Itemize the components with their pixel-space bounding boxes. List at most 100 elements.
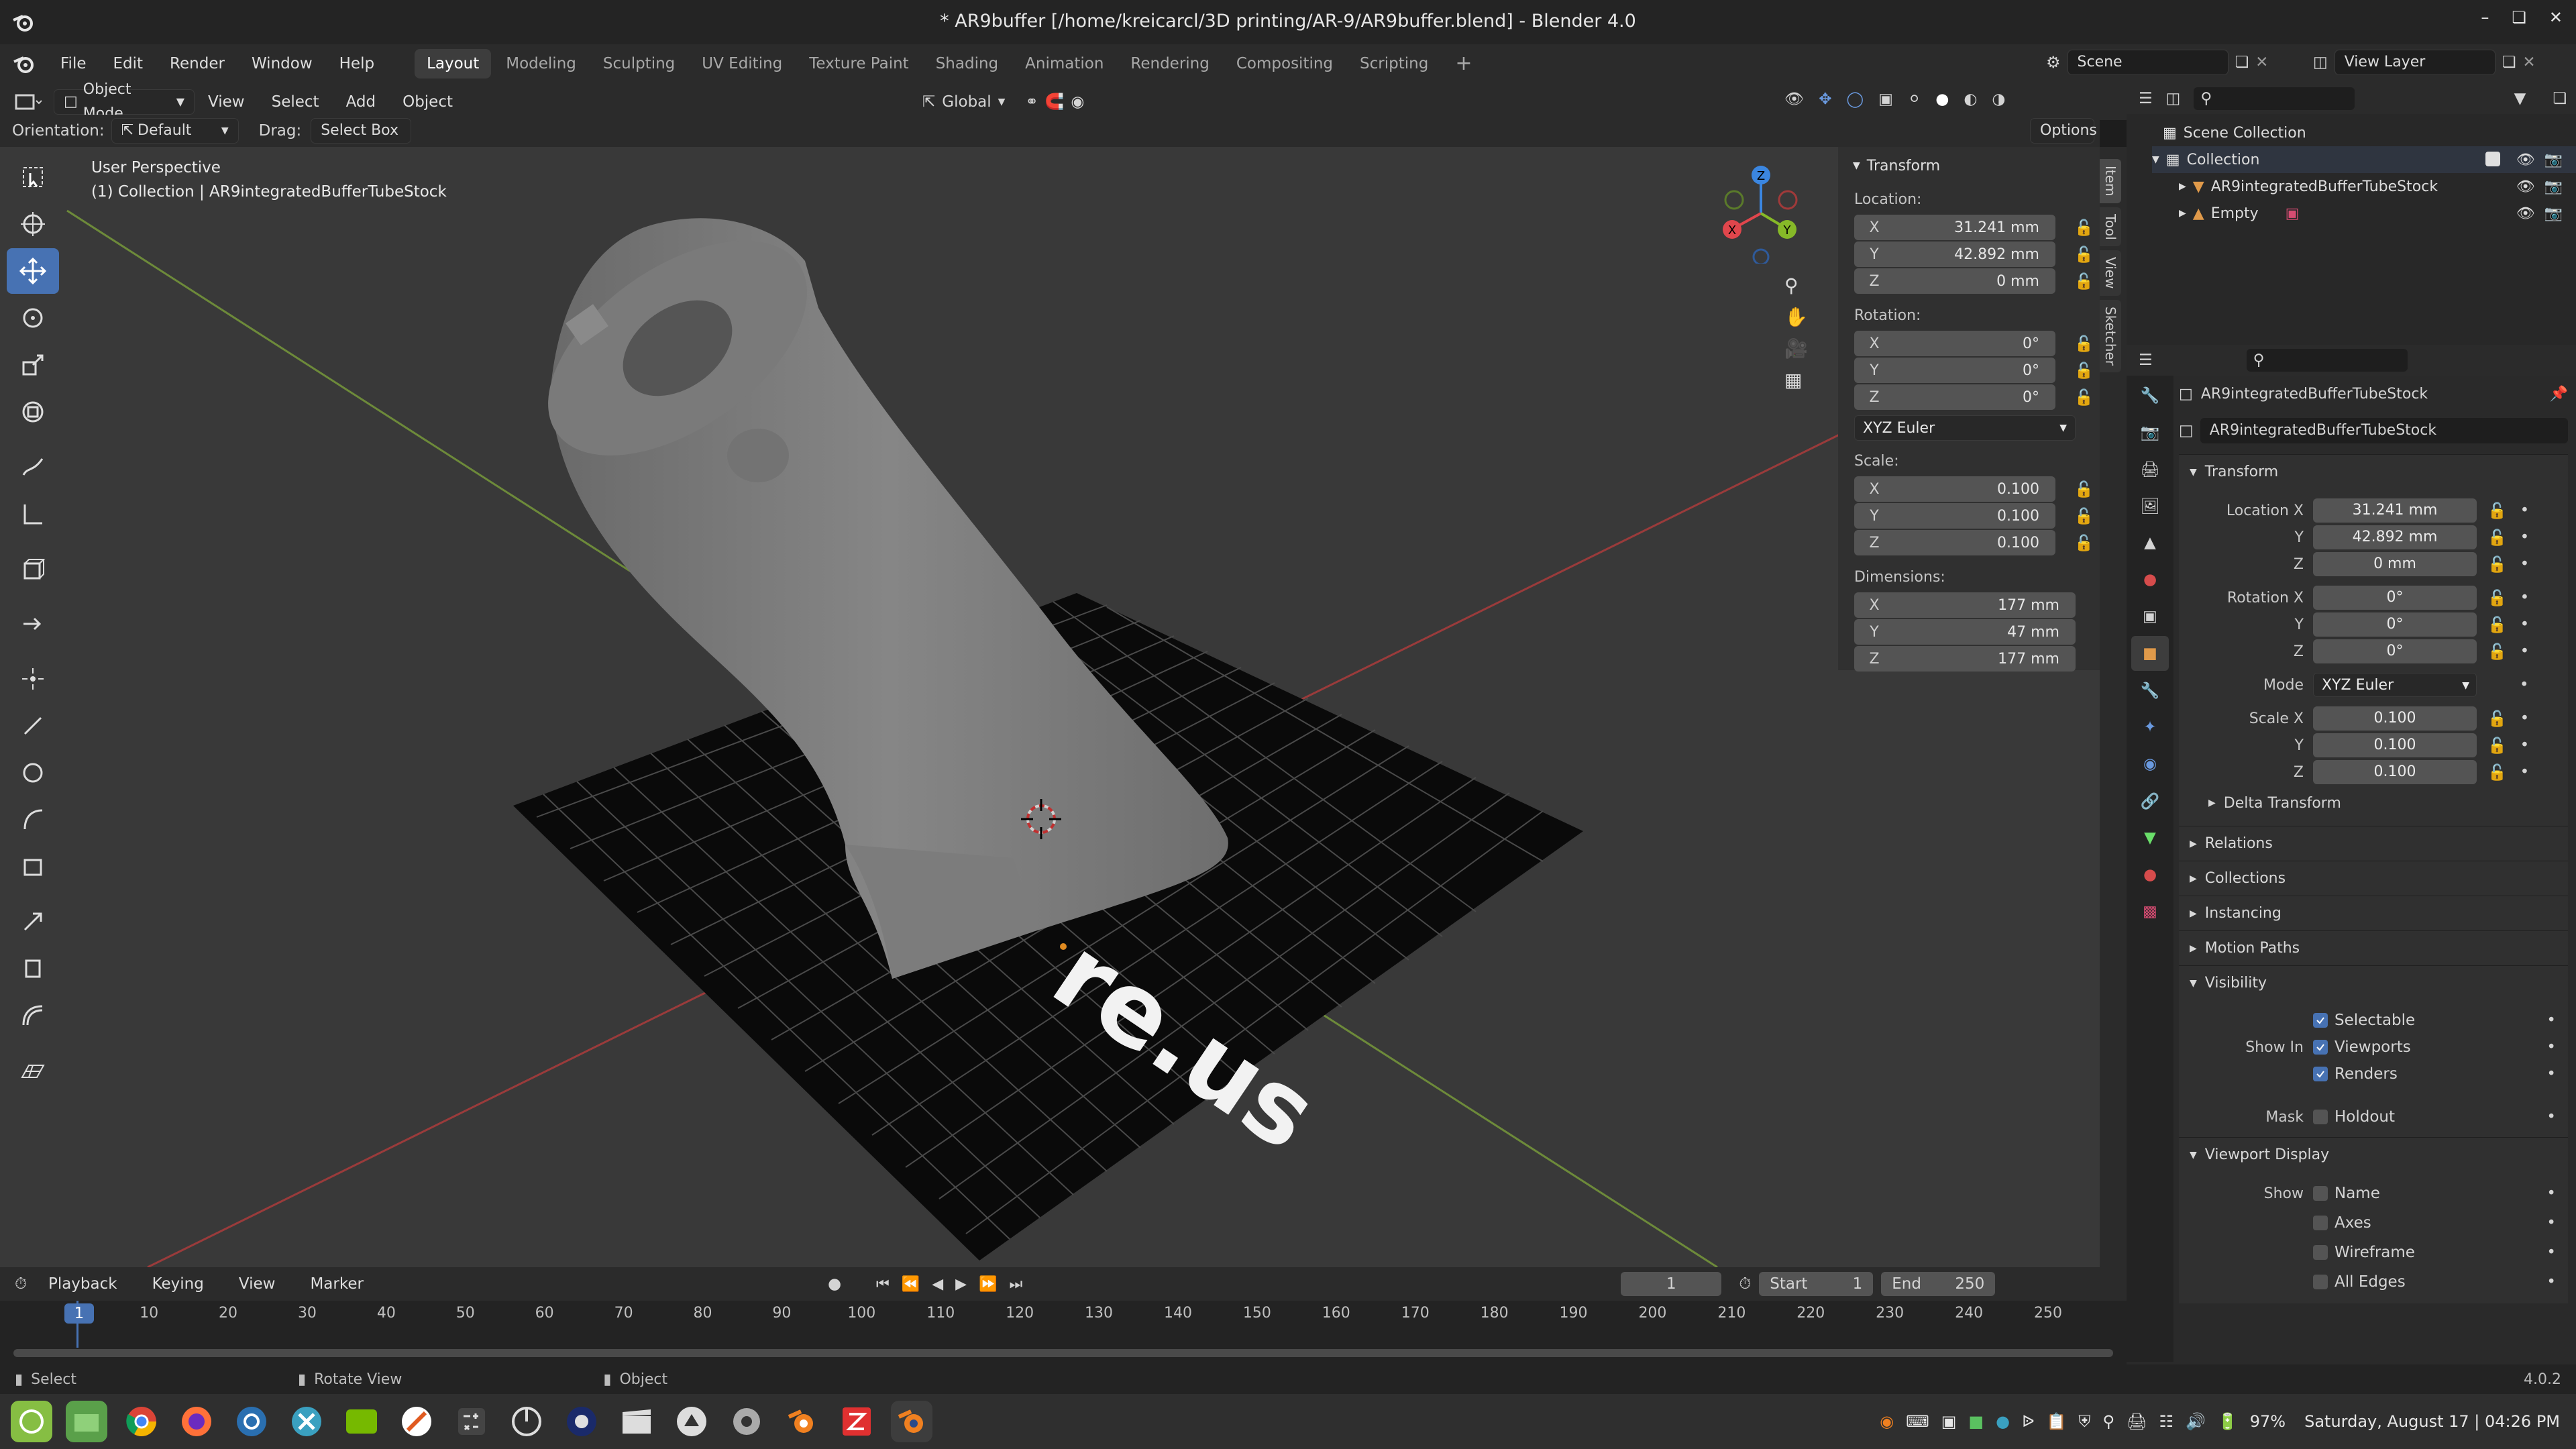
prop-location-x-field[interactable]: 31.241 mm [2313, 498, 2477, 523]
particles-tab-icon[interactable]: ✦ [2131, 710, 2169, 745]
add-line-tool[interactable] [7, 703, 59, 749]
lock-icon[interactable]: 🔓 [2074, 362, 2094, 380]
name-checkbox[interactable] [2313, 1186, 2328, 1201]
gizmo-toggle-icon[interactable]: ✥ [1819, 91, 1831, 108]
keyboard-icon[interactable]: ⌨ [1906, 1412, 1929, 1431]
jump-end-icon[interactable]: ⏭ [1010, 1276, 1023, 1293]
scene-selector[interactable]: Scene [2067, 50, 2229, 75]
material-tab-icon[interactable]: ● [2131, 857, 2169, 892]
camera-icon[interactable]: 🎥 [1784, 337, 1808, 360]
dimension-z-field[interactable]: Z 177 mm [1854, 646, 2076, 672]
mint-menu-icon[interactable] [11, 1401, 52, 1442]
files-icon[interactable] [66, 1401, 107, 1442]
render-camera-icon[interactable]: 📷 [2544, 152, 2563, 168]
editor-type-icon[interactable] [0, 93, 54, 111]
prop-rotation-x-field[interactable]: 0° [2313, 586, 2477, 610]
lock-icon[interactable]: 🔓 [2074, 335, 2094, 354]
object-datablock-icon[interactable]: □ [2179, 422, 2194, 439]
current-frame-field[interactable]: 1 [1621, 1272, 1722, 1296]
prev-keyframe-icon[interactable]: ⏪ [902, 1276, 920, 1293]
render-camera-icon[interactable]: 📷 [2544, 205, 2563, 222]
blender-running-icon[interactable] [891, 1401, 932, 1442]
renders-checkbox[interactable] [2313, 1067, 2328, 1081]
keyframe-dot-icon[interactable]: • [2520, 737, 2530, 754]
tab-item[interactable]: Item [2100, 159, 2121, 203]
keyframe-dot-icon[interactable]: • [2520, 502, 2530, 519]
proportional-edit-icon[interactable]: ◉ [1071, 93, 1084, 111]
record-icon[interactable]: ● [828, 1275, 841, 1293]
firefox-icon[interactable] [176, 1401, 217, 1442]
keyframe-dot-icon[interactable]: • [2520, 589, 2530, 606]
outliner-item-stock[interactable]: ▶ ▼ AR9integratedBufferTubeStock 👁 📷 [2179, 173, 2576, 200]
collection-tab-icon[interactable]: ▣ [2131, 599, 2169, 634]
ortho-grid-icon[interactable]: ▦ [1784, 369, 1808, 391]
outliner-collection[interactable]: ▼ ▦ Collection 👁 📷 [2152, 146, 2576, 173]
tab-scripting[interactable]: Scripting [1348, 49, 1440, 78]
tray-xapp-icon[interactable]: ● [1996, 1412, 2010, 1431]
keyframe-dot-icon[interactable]: • [2546, 1038, 2556, 1056]
play-reverse-icon[interactable]: ◀ [932, 1276, 943, 1293]
new-collection-icon[interactable]: ❏ [2553, 90, 2567, 107]
shear-tool[interactable] [7, 946, 59, 991]
prop-rotation-z-field[interactable]: 0° [2313, 639, 2477, 663]
overlays-icon[interactable]: ◯ [1846, 91, 1864, 108]
menu-help[interactable]: Help [326, 44, 388, 83]
eye-icon[interactable]: 👁 [2516, 178, 2535, 195]
display-icon[interactable]: ▣ [1941, 1412, 1957, 1431]
next-keyframe-icon[interactable]: ⏩ [979, 1276, 997, 1293]
blender-launcher-icon[interactable] [781, 1401, 822, 1442]
keyframe-dot-icon[interactable]: • [2546, 1244, 2556, 1261]
prop-location-y-field[interactable]: 42.892 mm [2313, 525, 2477, 549]
keyframe-dot-icon[interactable]: • [2546, 1273, 2556, 1291]
xapp-icon[interactable] [286, 1401, 327, 1442]
prop-scale-x-field[interactable]: 0.100 [2313, 706, 2477, 731]
maximize-icon[interactable]: ❏ [2512, 8, 2526, 27]
modifier-tab-icon[interactable]: 🔧 [2131, 673, 2169, 708]
rendered-shading-icon[interactable]: ◑ [1992, 91, 2005, 108]
lock-icon[interactable]: 🔓 [2487, 616, 2507, 634]
end-frame-field[interactable]: End 250 [1881, 1272, 1996, 1296]
lock-icon[interactable]: 🔓 [2074, 246, 2094, 264]
outliner-item-empty[interactable]: ▶ ▲ Empty ▣ 👁 📷 [2179, 200, 2576, 227]
printer-app-icon[interactable] [671, 1401, 712, 1442]
relations-section-header[interactable]: ▶ Relations [2179, 826, 2568, 861]
all-edges-checkbox[interactable] [2313, 1275, 2328, 1289]
lock-icon[interactable]: 🔓 [2487, 643, 2507, 661]
annotate-tool[interactable] [7, 444, 59, 490]
exclude-checkbox[interactable] [2485, 151, 2500, 166]
tab-uv-editing[interactable]: UV Editing [690, 49, 794, 78]
add-cube-tool[interactable] [7, 546, 59, 592]
jump-start-icon[interactable]: ⏮ [876, 1276, 890, 1293]
orientation-dropdown[interactable]: ⇱ Default ▼ [111, 118, 239, 144]
pin-icon[interactable]: 📌 [2550, 386, 2568, 402]
stopwatch-icon[interactable]: ⏱ [1739, 1275, 1751, 1293]
lock-icon[interactable]: 🔓 [2074, 388, 2094, 407]
spin-tool[interactable] [7, 993, 59, 1038]
add-circle-tool[interactable] [7, 750, 59, 796]
visibility-section-header[interactable]: ▼ Visibility [2179, 965, 2568, 1000]
keyframe-dot-icon[interactable]: • [2546, 1012, 2556, 1029]
tray-green-icon[interactable]: ■ [1968, 1412, 1984, 1431]
mode-dropdown[interactable]: □ Object Mode ▼ [54, 81, 195, 122]
constraints-tab-icon[interactable]: 🔗 [2131, 784, 2169, 818]
lock-icon[interactable]: 🔓 [2074, 219, 2094, 237]
inkscape-icon[interactable] [396, 1401, 437, 1442]
render-tab-icon[interactable]: 📷 [2131, 415, 2169, 449]
display-mode-icon[interactable]: ◫ [2166, 90, 2181, 107]
move-tool[interactable] [7, 248, 59, 294]
chart-app-icon[interactable] [506, 1401, 547, 1442]
add-workspace-button[interactable]: + [1443, 49, 1484, 78]
tab-tool[interactable]: Tool [2100, 207, 2121, 247]
transform-tool[interactable] [7, 389, 59, 435]
navigation-gizmo[interactable]: Z X Y [1717, 163, 1805, 264]
tab-texture-paint[interactable]: Texture Paint [797, 49, 920, 78]
scene-icon[interactable]: ⚙ [2046, 53, 2061, 72]
keyframe-dot-icon[interactable]: • [2520, 710, 2530, 727]
scale-tool[interactable] [7, 342, 59, 388]
calculator-icon[interactable] [451, 1401, 492, 1442]
keyframe-dot-icon[interactable]: • [2546, 1108, 2556, 1126]
clock[interactable]: Saturday, August 17 | 04:26 PM [2304, 1412, 2560, 1431]
solid-shading-icon[interactable]: ● [1935, 91, 1949, 108]
tray-blender-icon[interactable]: ◉ [1880, 1412, 1894, 1431]
printer-icon[interactable]: 🖨 [2127, 1412, 2147, 1431]
